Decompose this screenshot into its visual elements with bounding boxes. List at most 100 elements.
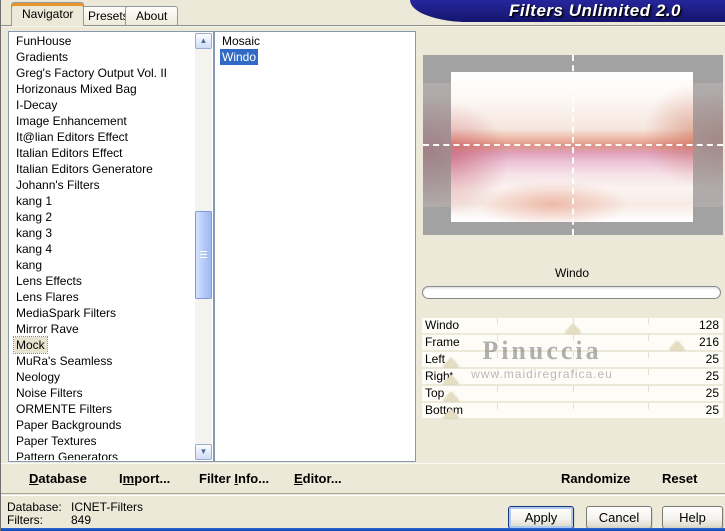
slider-value: 25 xyxy=(705,352,719,366)
list-item[interactable]: ORMENTE Filters xyxy=(10,401,195,417)
filter-info-button[interactable]: Filter Info... xyxy=(199,471,269,486)
list-item[interactable]: Lens Effects xyxy=(10,273,195,289)
list-item[interactable]: Paper Textures xyxy=(10,433,195,449)
list-item[interactable]: kang 3 xyxy=(10,225,195,241)
slider-frame[interactable]: Frame 216 xyxy=(422,335,723,350)
list-item-label: Pattern Generators xyxy=(16,450,119,460)
tab-about[interactable]: About xyxy=(125,6,179,26)
list-item[interactable]: Greg's Factory Output Vol. II xyxy=(10,65,195,81)
slider-windo[interactable]: Windo 128 xyxy=(422,318,723,333)
list-item[interactable]: MediaSpark Filters xyxy=(10,305,195,321)
slider-thumb[interactable] xyxy=(443,358,460,367)
command-label-part: atabase xyxy=(38,471,87,486)
list-item[interactable]: Horizonaus Mixed Bag xyxy=(10,81,195,97)
list-item-label: Paper Textures xyxy=(16,434,97,448)
app-title: Filters Unlimited 2.0 xyxy=(508,1,681,20)
database-button[interactable]: Database xyxy=(29,471,87,486)
scroll-down-icon[interactable]: ▼ xyxy=(195,444,212,460)
preview-canvas[interactable] xyxy=(423,55,723,235)
slider-thumb[interactable] xyxy=(443,409,460,418)
filter-listbox: Mosaic Windo xyxy=(214,31,416,462)
list-item[interactable]: Gradients xyxy=(10,49,195,65)
filter-list: Mosaic Windo xyxy=(216,33,414,460)
list-item[interactable]: Mock xyxy=(10,336,195,354)
list-item-label: kang 3 xyxy=(16,226,53,240)
editor-button[interactable]: Editor... xyxy=(294,471,342,486)
list-item[interactable]: MuRa's Seamless xyxy=(10,353,195,369)
slider-tick xyxy=(572,335,574,341)
list-item[interactable]: kang 2 xyxy=(10,209,195,225)
selected-list-item-label: Mock xyxy=(13,336,48,354)
category-scrollbar[interactable]: ▲ ▼ xyxy=(195,33,212,460)
list-item[interactable]: Pattern Generators xyxy=(10,449,195,460)
list-item-label: Italian Editors Generatore xyxy=(16,162,153,176)
slider-tick xyxy=(647,335,649,341)
selected-filter-name: Windo xyxy=(554,266,589,280)
list-item-label: Image Enhancement xyxy=(16,114,127,128)
list-item[interactable]: Johann's Filters xyxy=(10,177,195,193)
list-item[interactable]: Mosaic xyxy=(216,33,414,49)
list-item[interactable]: Paper Backgrounds xyxy=(10,417,195,433)
list-item-label: Neology xyxy=(16,370,61,384)
reset-button[interactable]: Reset xyxy=(662,471,697,486)
slider-tick xyxy=(572,403,574,409)
slider-thumb[interactable] xyxy=(668,341,685,350)
slider-top[interactable]: Top 25 xyxy=(422,386,723,401)
slider-right[interactable]: Right 25 xyxy=(422,369,723,384)
list-item[interactable]: It@lian Editors Effect xyxy=(10,129,195,145)
list-item-label: ORMENTE Filters xyxy=(16,402,112,416)
tab-navigator[interactable]: Navigator xyxy=(11,2,85,26)
filters-unlimited-dialog: Filters Unlimited 2.0 Navigator Presets Ab… xyxy=(0,0,725,531)
list-item[interactable]: FunHouse xyxy=(10,33,195,49)
command-label-part: nfo... xyxy=(238,471,270,486)
import-button[interactable]: Import... xyxy=(119,471,170,486)
list-item[interactable]: Mirror Rave xyxy=(10,321,195,337)
slider-tick xyxy=(572,369,574,375)
cancel-button[interactable]: Cancel xyxy=(586,506,652,529)
help-button[interactable]: Help xyxy=(662,506,723,529)
scroll-up-icon[interactable]: ▲ xyxy=(195,33,212,49)
slider-thumb[interactable] xyxy=(443,392,460,401)
slider-tick xyxy=(497,386,499,392)
slider-tick xyxy=(497,352,499,358)
list-item[interactable]: Windo xyxy=(216,49,414,65)
list-item[interactable]: I-Decay xyxy=(10,97,195,113)
slider-left[interactable]: Left 25 xyxy=(422,352,723,367)
list-item-label: kang 2 xyxy=(16,210,53,224)
command-label-part: Filter xyxy=(199,471,235,486)
slider-thumb[interactable] xyxy=(565,324,582,333)
list-item[interactable]: kang 4 xyxy=(10,241,195,257)
command-label-part: port... xyxy=(134,471,171,486)
list-item[interactable]: Lens Flares xyxy=(10,289,195,305)
list-item[interactable]: Italian Editors Generatore xyxy=(10,161,195,177)
list-item[interactable]: Noise Filters xyxy=(10,385,195,401)
list-item[interactable]: Neology xyxy=(10,369,195,385)
slider-tick xyxy=(497,369,499,375)
list-item-label: I-Decay xyxy=(16,98,58,112)
randomize-button[interactable]: Randomize xyxy=(561,471,630,486)
command-label-part: ditor... xyxy=(302,471,342,486)
filters-count-value: 849 xyxy=(71,513,92,527)
list-item-label: Horizonaus Mixed Bag xyxy=(16,82,137,96)
list-item-label: Greg's Factory Output Vol. II xyxy=(16,66,168,80)
list-item-label: It@lian Editors Effect xyxy=(16,130,129,144)
scrollbar-thumb[interactable] xyxy=(195,211,212,299)
slider-label: Windo xyxy=(425,318,460,332)
slider-bottom[interactable]: Bottom 25 xyxy=(422,403,723,418)
list-item-label: Mirror Rave xyxy=(16,322,79,336)
list-item[interactable]: kang xyxy=(10,257,195,273)
apply-button[interactable]: Apply xyxy=(508,506,574,529)
slider-value: 25 xyxy=(705,369,719,383)
list-item-label: Lens Flares xyxy=(16,290,79,304)
slider-thumb[interactable] xyxy=(443,375,460,384)
list-item[interactable]: Italian Editors Effect xyxy=(10,145,195,161)
list-item-label: Paper Backgrounds xyxy=(16,418,122,432)
list-item-label: Italian Editors Effect xyxy=(16,146,123,160)
slider-label: Left xyxy=(425,352,446,366)
slider-label: Top xyxy=(425,386,445,400)
list-item[interactable]: Image Enhancement xyxy=(10,113,195,129)
parameter-sliders: Windo 128 Frame 216 Left 25 Right 25 Top 25 Bottom… xyxy=(422,318,723,420)
list-item-label: MuRa's Seamless xyxy=(16,354,113,368)
list-item-label: Noise Filters xyxy=(16,386,83,400)
list-item[interactable]: kang 1 xyxy=(10,193,195,209)
